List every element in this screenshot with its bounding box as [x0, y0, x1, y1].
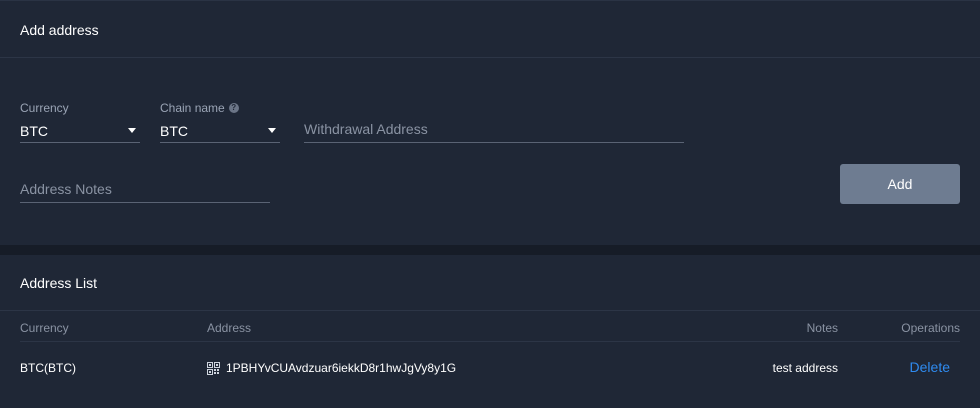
chain-name-select-value: BTC: [160, 122, 188, 139]
column-header-operations: Operations: [901, 321, 960, 335]
section-divider: [0, 310, 980, 311]
add-button[interactable]: Add: [840, 164, 960, 204]
delete-button[interactable]: Delete: [910, 359, 950, 375]
row-address: 1PBHYvCUAvdzuar6iekkD8r1hwJgVy8y1G: [226, 361, 457, 375]
chevron-down-icon: [268, 128, 276, 133]
chain-name-label: Chain name ?: [160, 101, 239, 115]
currency-select-value: BTC: [20, 122, 48, 139]
row-notes: test address: [772, 361, 838, 375]
table-header-divider: [20, 341, 960, 342]
qr-code-icon[interactable]: [207, 361, 220, 375]
currency-label-text: Currency: [20, 101, 69, 115]
section-divider: [0, 57, 980, 58]
column-header-currency: Currency: [20, 321, 69, 335]
withdrawal-address-input[interactable]: [304, 115, 684, 143]
currency-select[interactable]: BTC: [20, 119, 140, 143]
row-currency: BTC(BTC): [20, 361, 76, 375]
address-list-panel: Address List Currency Address Notes Oper…: [0, 255, 980, 408]
add-address-panel: Add address Currency BTC Chain name ? BT…: [0, 0, 980, 245]
chain-name-label-text: Chain name: [160, 101, 225, 115]
address-notes-input[interactable]: [20, 175, 270, 203]
currency-label: Currency: [20, 101, 69, 115]
row-address-cell: 1PBHYvCUAvdzuar6iekkD8r1hwJgVy8y1G: [207, 361, 456, 375]
section-gap: [0, 245, 980, 255]
chain-name-select[interactable]: BTC: [160, 119, 280, 143]
chevron-down-icon: [128, 128, 136, 133]
row-operations: Delete: [910, 359, 950, 375]
column-header-address: Address: [207, 321, 252, 335]
info-icon[interactable]: ?: [228, 103, 239, 113]
add-address-title: Add address: [20, 22, 99, 38]
column-header-notes: Notes: [806, 321, 838, 335]
address-list-title: Address List: [20, 275, 98, 291]
